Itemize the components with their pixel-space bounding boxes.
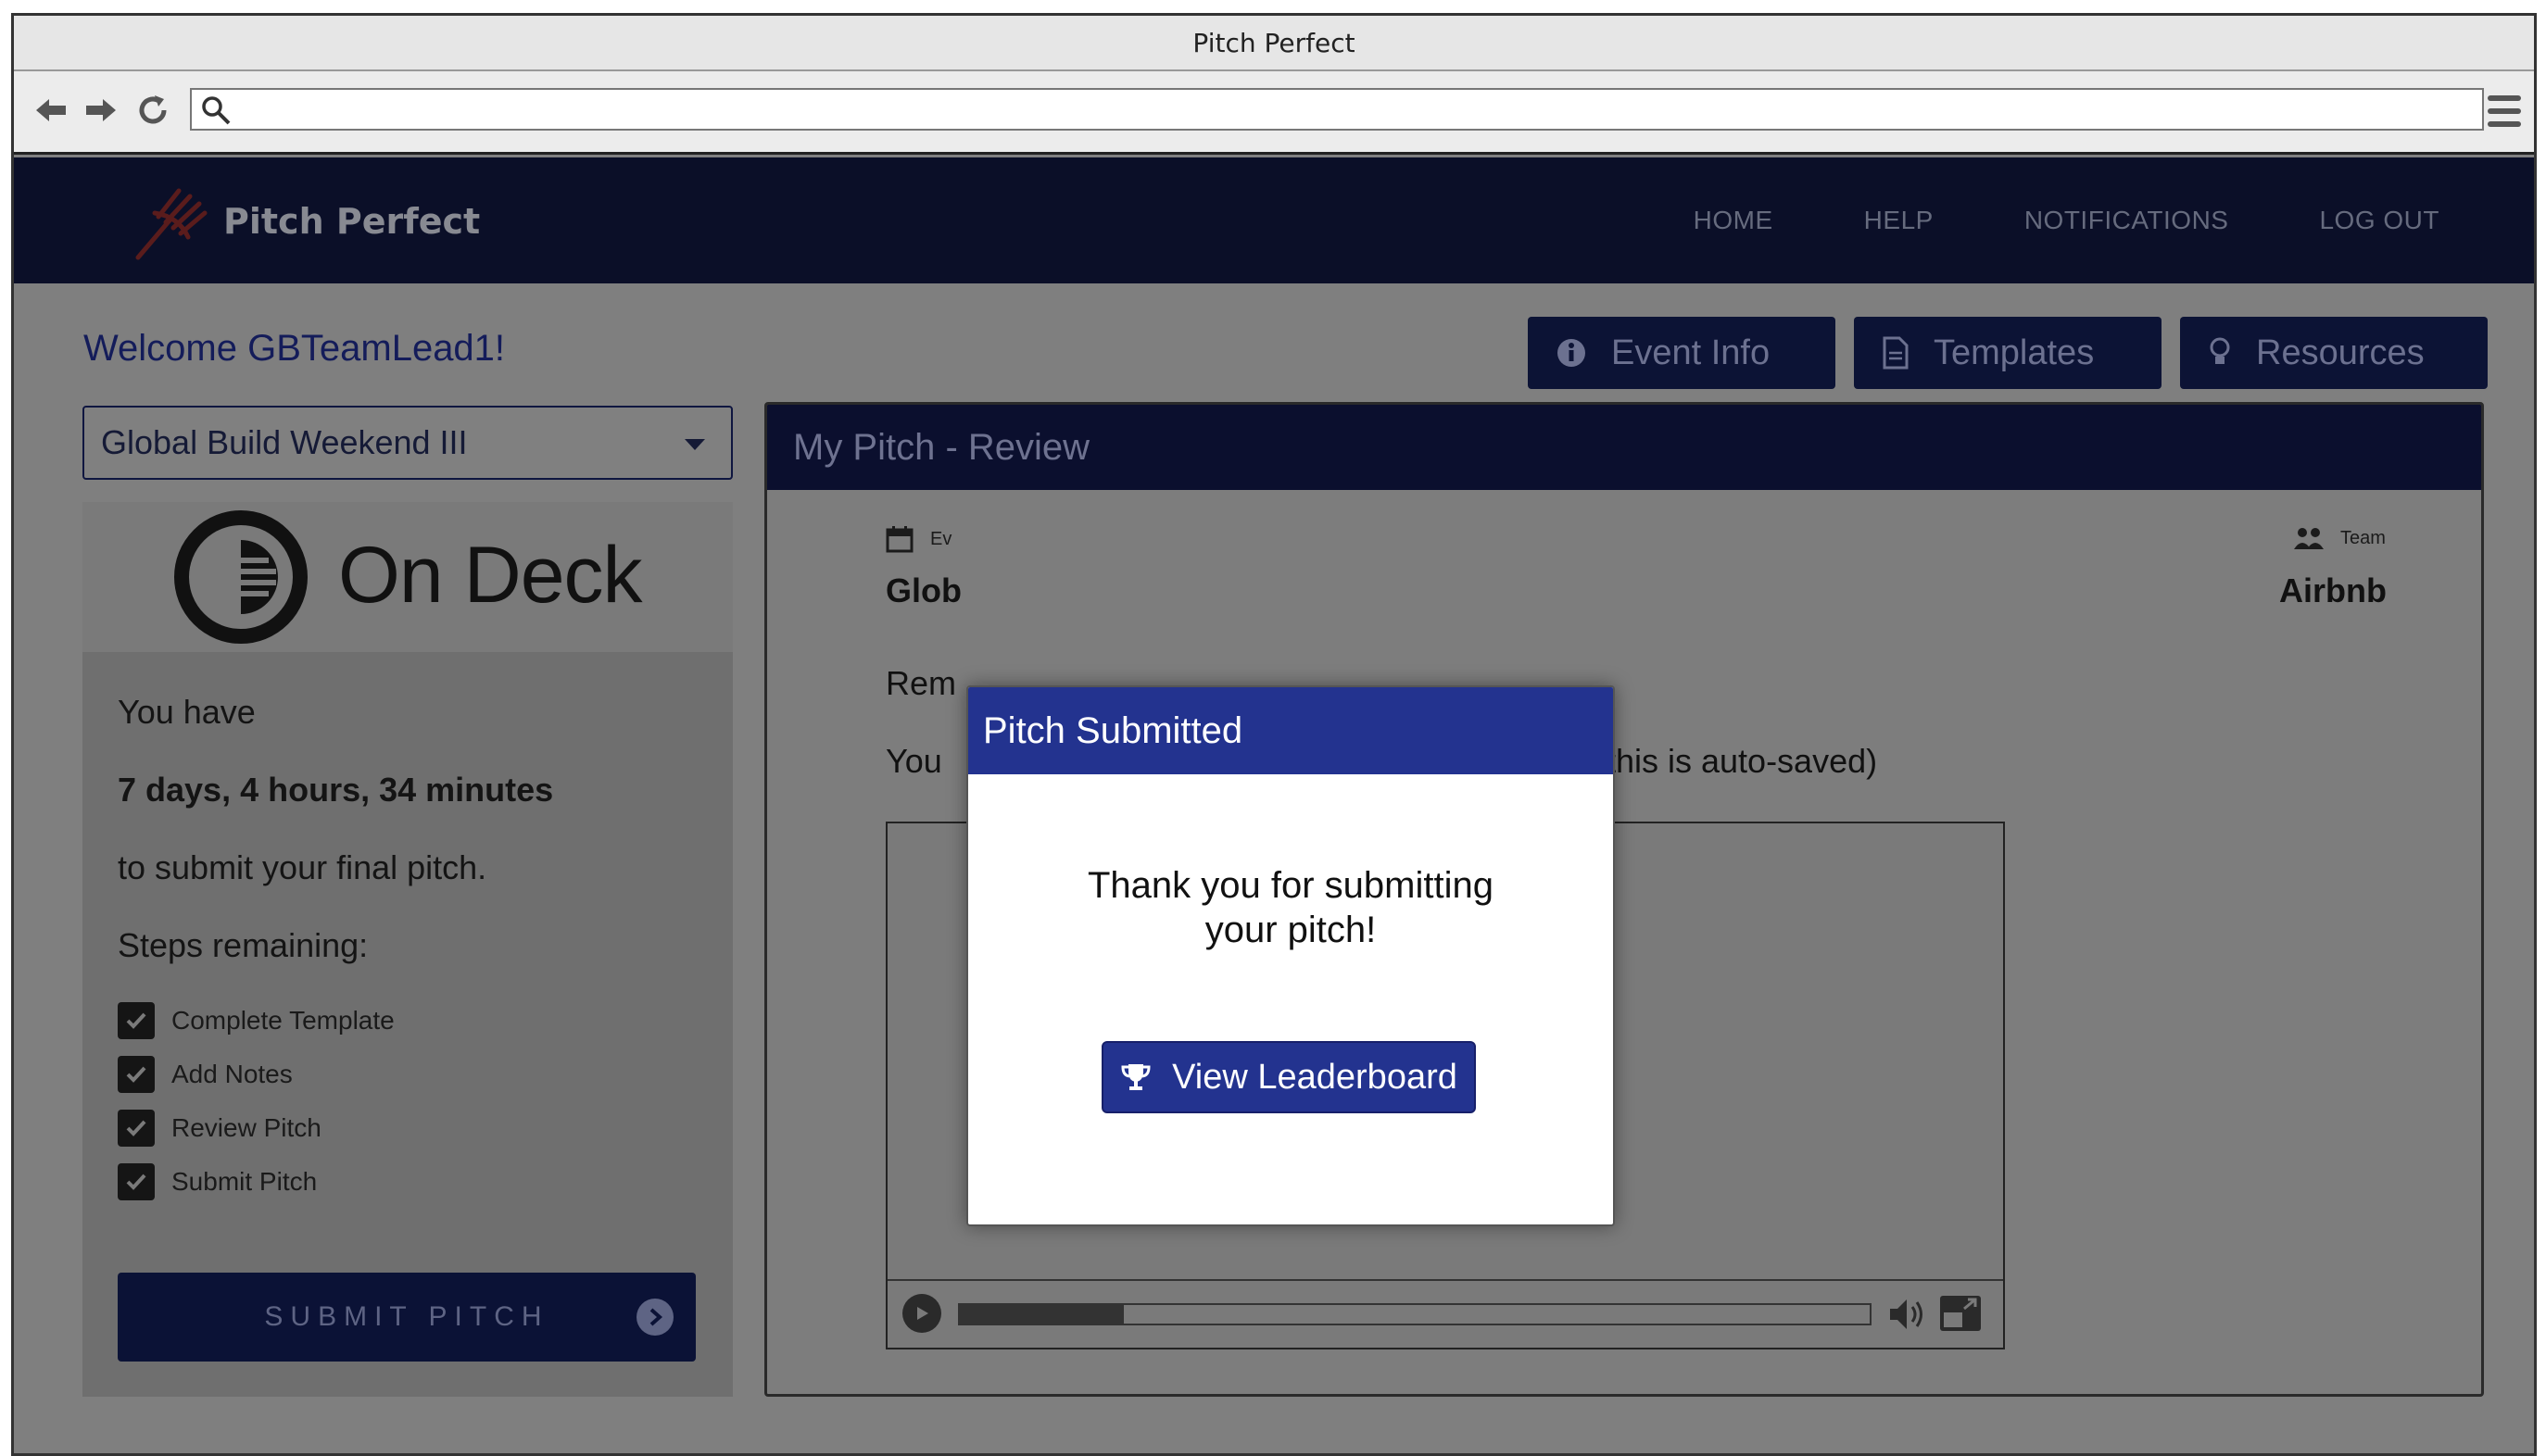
pitch-panel-header: My Pitch - Review [767,405,2481,490]
trophy-icon [1121,1064,1151,1090]
steps-heading: Steps remaining: [118,926,369,964]
event-meta-label: Ev [886,525,952,553]
step-review-pitch[interactable]: Review Pitch [118,1110,321,1147]
back-arrow-icon[interactable] [31,92,71,132]
view-leaderboard-button[interactable]: View Leaderboard [1102,1041,1476,1113]
reminder-text: Rem [886,664,957,702]
calendar-icon [886,526,914,553]
event-info-button[interactable]: Event Info [1528,317,1835,389]
app-content: Pitch Perfect HOME HELP NOTIFICATIONS LO… [14,157,2534,1453]
document-icon [1883,336,1909,370]
browser-menu-icon[interactable] [2488,95,2521,127]
window-titlebar: Pitch Perfect [14,16,2534,71]
nav-log-out[interactable]: LOG OUT [2319,206,2439,235]
checkbox-checked-icon[interactable] [118,1002,155,1039]
instruction-text-start: You [886,742,942,780]
event-label: Ev [930,528,952,549]
video-progress-bar[interactable] [958,1303,1872,1325]
you-have-text: You have [118,693,256,731]
welcome-message: Welcome GBTeamLead1! [83,328,506,369]
step-submit-pitch[interactable]: Submit Pitch [118,1163,317,1200]
event-select-value: Global Build Weekend III [101,423,468,461]
step-label: Review Pitch [171,1113,321,1142]
pitch-fork-logo-icon [135,188,208,260]
checkbox-checked-icon[interactable] [118,1163,155,1200]
play-icon[interactable] [902,1294,941,1333]
modal-message-line-2: your pitch! [1204,910,1377,950]
submit-pitch-label: SUBMIT PITCH [264,1301,549,1332]
nav-home[interactable]: HOME [1694,206,1773,235]
on-deck-logo-icon [174,510,308,644]
event-info-label: Event Info [1611,333,1771,372]
brand-logo[interactable]: Pitch Perfect [132,180,480,263]
info-icon [1557,339,1585,367]
fullscreen-icon[interactable] [1938,1294,1983,1337]
address-bar[interactable] [190,88,2484,131]
team-meta-label: Team [2294,525,2386,551]
step-label: Submit Pitch [171,1167,318,1196]
team-value: Airbnb [2279,571,2387,609]
team-label: Team [2340,527,2386,548]
team-icon [2294,528,2324,549]
step-add-notes[interactable]: Add Notes [118,1056,293,1093]
checkbox-checked-icon[interactable] [118,1110,155,1147]
on-deck-title: On Deck [338,531,643,620]
on-deck-card: On Deck You have 7 days, 4 hours, 34 min… [82,502,733,1397]
video-progress-fill [960,1305,1124,1324]
volume-icon[interactable] [1888,1296,1929,1337]
arrow-right-circle-icon [636,1299,674,1336]
modal-title: Pitch Submitted [968,687,1613,774]
modal-message-line-1: Thank you for submitting [1088,865,1494,906]
reload-icon[interactable] [132,92,173,132]
window-title: Pitch Perfect [1192,27,1355,58]
browser-window: Pitch Perfect Pitch Perfect HOME HELP NO… [11,13,2537,1456]
instruction-text-end: r (this is auto-saved) [1575,742,1878,780]
chevron-down-icon [685,439,705,450]
event-select-dropdown[interactable]: Global Build Weekend III [82,406,733,480]
countdown-text: 7 days, 4 hours, 34 minutes [118,771,554,809]
templates-label: Templates [1934,333,2095,372]
event-value: Glob [886,571,962,609]
forward-arrow-icon[interactable] [81,92,121,132]
nav-help[interactable]: HELP [1864,206,1934,235]
app-header: Pitch Perfect HOME HELP NOTIFICATIONS LO… [14,157,2534,283]
on-deck-header: On Deck [82,502,733,652]
resources-button[interactable]: Resources [2180,317,2488,389]
video-controls [888,1279,2003,1348]
search-icon [199,94,233,127]
submit-pitch-button[interactable]: SUBMIT PITCH [118,1273,696,1362]
checkbox-checked-icon[interactable] [118,1056,155,1093]
step-label: Add Notes [171,1060,293,1088]
main-nav: HOME HELP NOTIFICATIONS LOG OUT [1694,157,2439,283]
modal-message: Thank you for submitting your pitch! [968,863,1613,952]
resources-label: Resources [2256,333,2425,372]
lightbulb-icon [2210,337,2230,364]
step-label: Complete Template [171,1006,395,1035]
step-complete-template[interactable]: Complete Template [118,1002,395,1039]
submit-deadline-text: to submit your final pitch. [118,848,487,886]
brand-name: Pitch Perfect [223,201,481,242]
browser-toolbar [14,71,2534,155]
nav-notifications[interactable]: NOTIFICATIONS [2024,206,2229,235]
pitch-submitted-modal: Pitch Submitted Thank you for submitting… [966,685,1615,1226]
view-leaderboard-label: View Leaderboard [1172,1057,1457,1097]
templates-button[interactable]: Templates [1854,317,2162,389]
